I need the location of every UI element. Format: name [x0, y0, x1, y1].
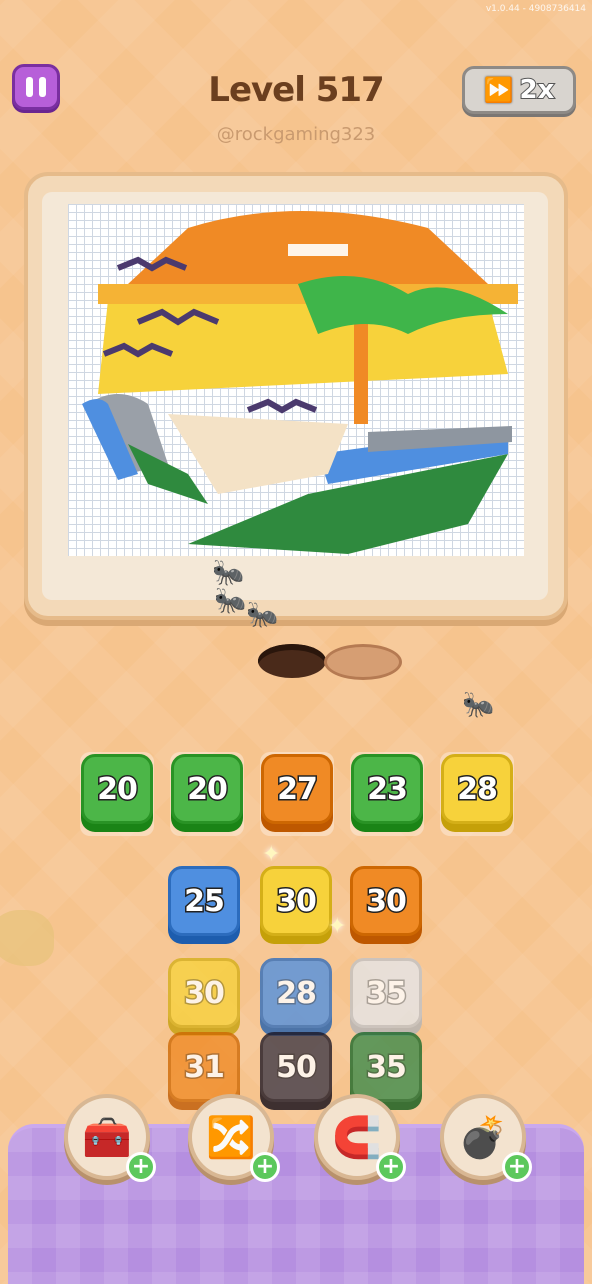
block-count-label: 20: [96, 770, 140, 808]
add-slot-booster-button[interactable]: 🧰 +: [64, 1094, 156, 1182]
number-block-darkgreen[interactable]: 35: [350, 1032, 422, 1102]
ant-hole-lid: [324, 644, 402, 680]
add-booster-plus-icon[interactable]: +: [250, 1152, 280, 1182]
fast-forward-icon: ⏩: [483, 76, 514, 104]
number-block-white[interactable]: 35: [350, 958, 422, 1028]
add-booster-plus-icon[interactable]: +: [376, 1152, 406, 1182]
block-count-label: 28: [456, 770, 500, 808]
shuffle-arrows-icon: 🔀: [206, 1114, 256, 1161]
block-count-label: 35: [365, 974, 409, 1012]
speed-toggle-button[interactable]: ⏩ 2x: [462, 66, 576, 114]
speed-label: 2x: [519, 74, 556, 106]
number-block-blue[interactable]: 25: [168, 866, 240, 936]
bomb-booster-button[interactable]: 💣 +: [440, 1094, 532, 1182]
block-count-label: 25: [183, 882, 227, 920]
ant-hole: [258, 644, 326, 678]
magnet-icon: 🧲: [332, 1114, 382, 1161]
number-block-dark[interactable]: 50: [260, 1032, 332, 1102]
number-block-orange[interactable]: 30: [350, 866, 422, 936]
number-block-orange[interactable]: 27: [261, 754, 333, 824]
decorative-leaf: [0, 910, 54, 966]
box-plus-icon: 🧰: [82, 1114, 132, 1161]
number-block-yellow[interactable]: 30: [168, 958, 240, 1028]
block-count-label: 50: [275, 1048, 319, 1086]
block-count-label: 35: [365, 1048, 409, 1086]
number-block-yellow[interactable]: 28: [441, 754, 513, 824]
sparkle-icon: ✦: [262, 842, 281, 867]
version-label: v1.0.44 - 4908736414: [485, 4, 586, 14]
block-count-label: 28: [275, 974, 319, 1012]
ant-worker-icon: 🐜: [246, 600, 279, 630]
ant-worker-icon: 🐜: [214, 586, 247, 616]
block-count-label: 23: [366, 770, 410, 808]
block-count-label: 30: [275, 882, 319, 920]
block-count-label: 31: [183, 1048, 227, 1086]
username-watermark: @rockgaming323: [216, 124, 376, 145]
number-block-green[interactable]: 20: [81, 754, 153, 824]
add-booster-plus-icon[interactable]: +: [502, 1152, 532, 1182]
block-count-label: 30: [183, 974, 227, 1012]
shuffle-booster-button[interactable]: 🔀 +: [188, 1094, 280, 1182]
magnet-booster-button[interactable]: 🧲 +: [314, 1094, 406, 1182]
block-count-label: 30: [365, 882, 409, 920]
pixel-art-picture: [68, 204, 524, 556]
block-count-label: 20: [186, 770, 230, 808]
ant-worker-icon: 🐜: [462, 690, 495, 720]
number-block-yellow[interactable]: 30: [260, 866, 332, 936]
bomb-icon: 💣: [458, 1114, 508, 1161]
number-block-green[interactable]: 20: [171, 754, 243, 824]
block-count-label: 27: [276, 770, 320, 808]
sparkle-icon: ✦: [328, 914, 347, 939]
number-block-blue[interactable]: 28: [260, 958, 332, 1028]
ant-worker-icon: 🐜: [212, 558, 245, 588]
number-block-orange[interactable]: 31: [168, 1032, 240, 1102]
pixel-art-svg: [82, 211, 518, 554]
number-block-green[interactable]: 23: [351, 754, 423, 824]
add-booster-plus-icon[interactable]: +: [126, 1152, 156, 1182]
